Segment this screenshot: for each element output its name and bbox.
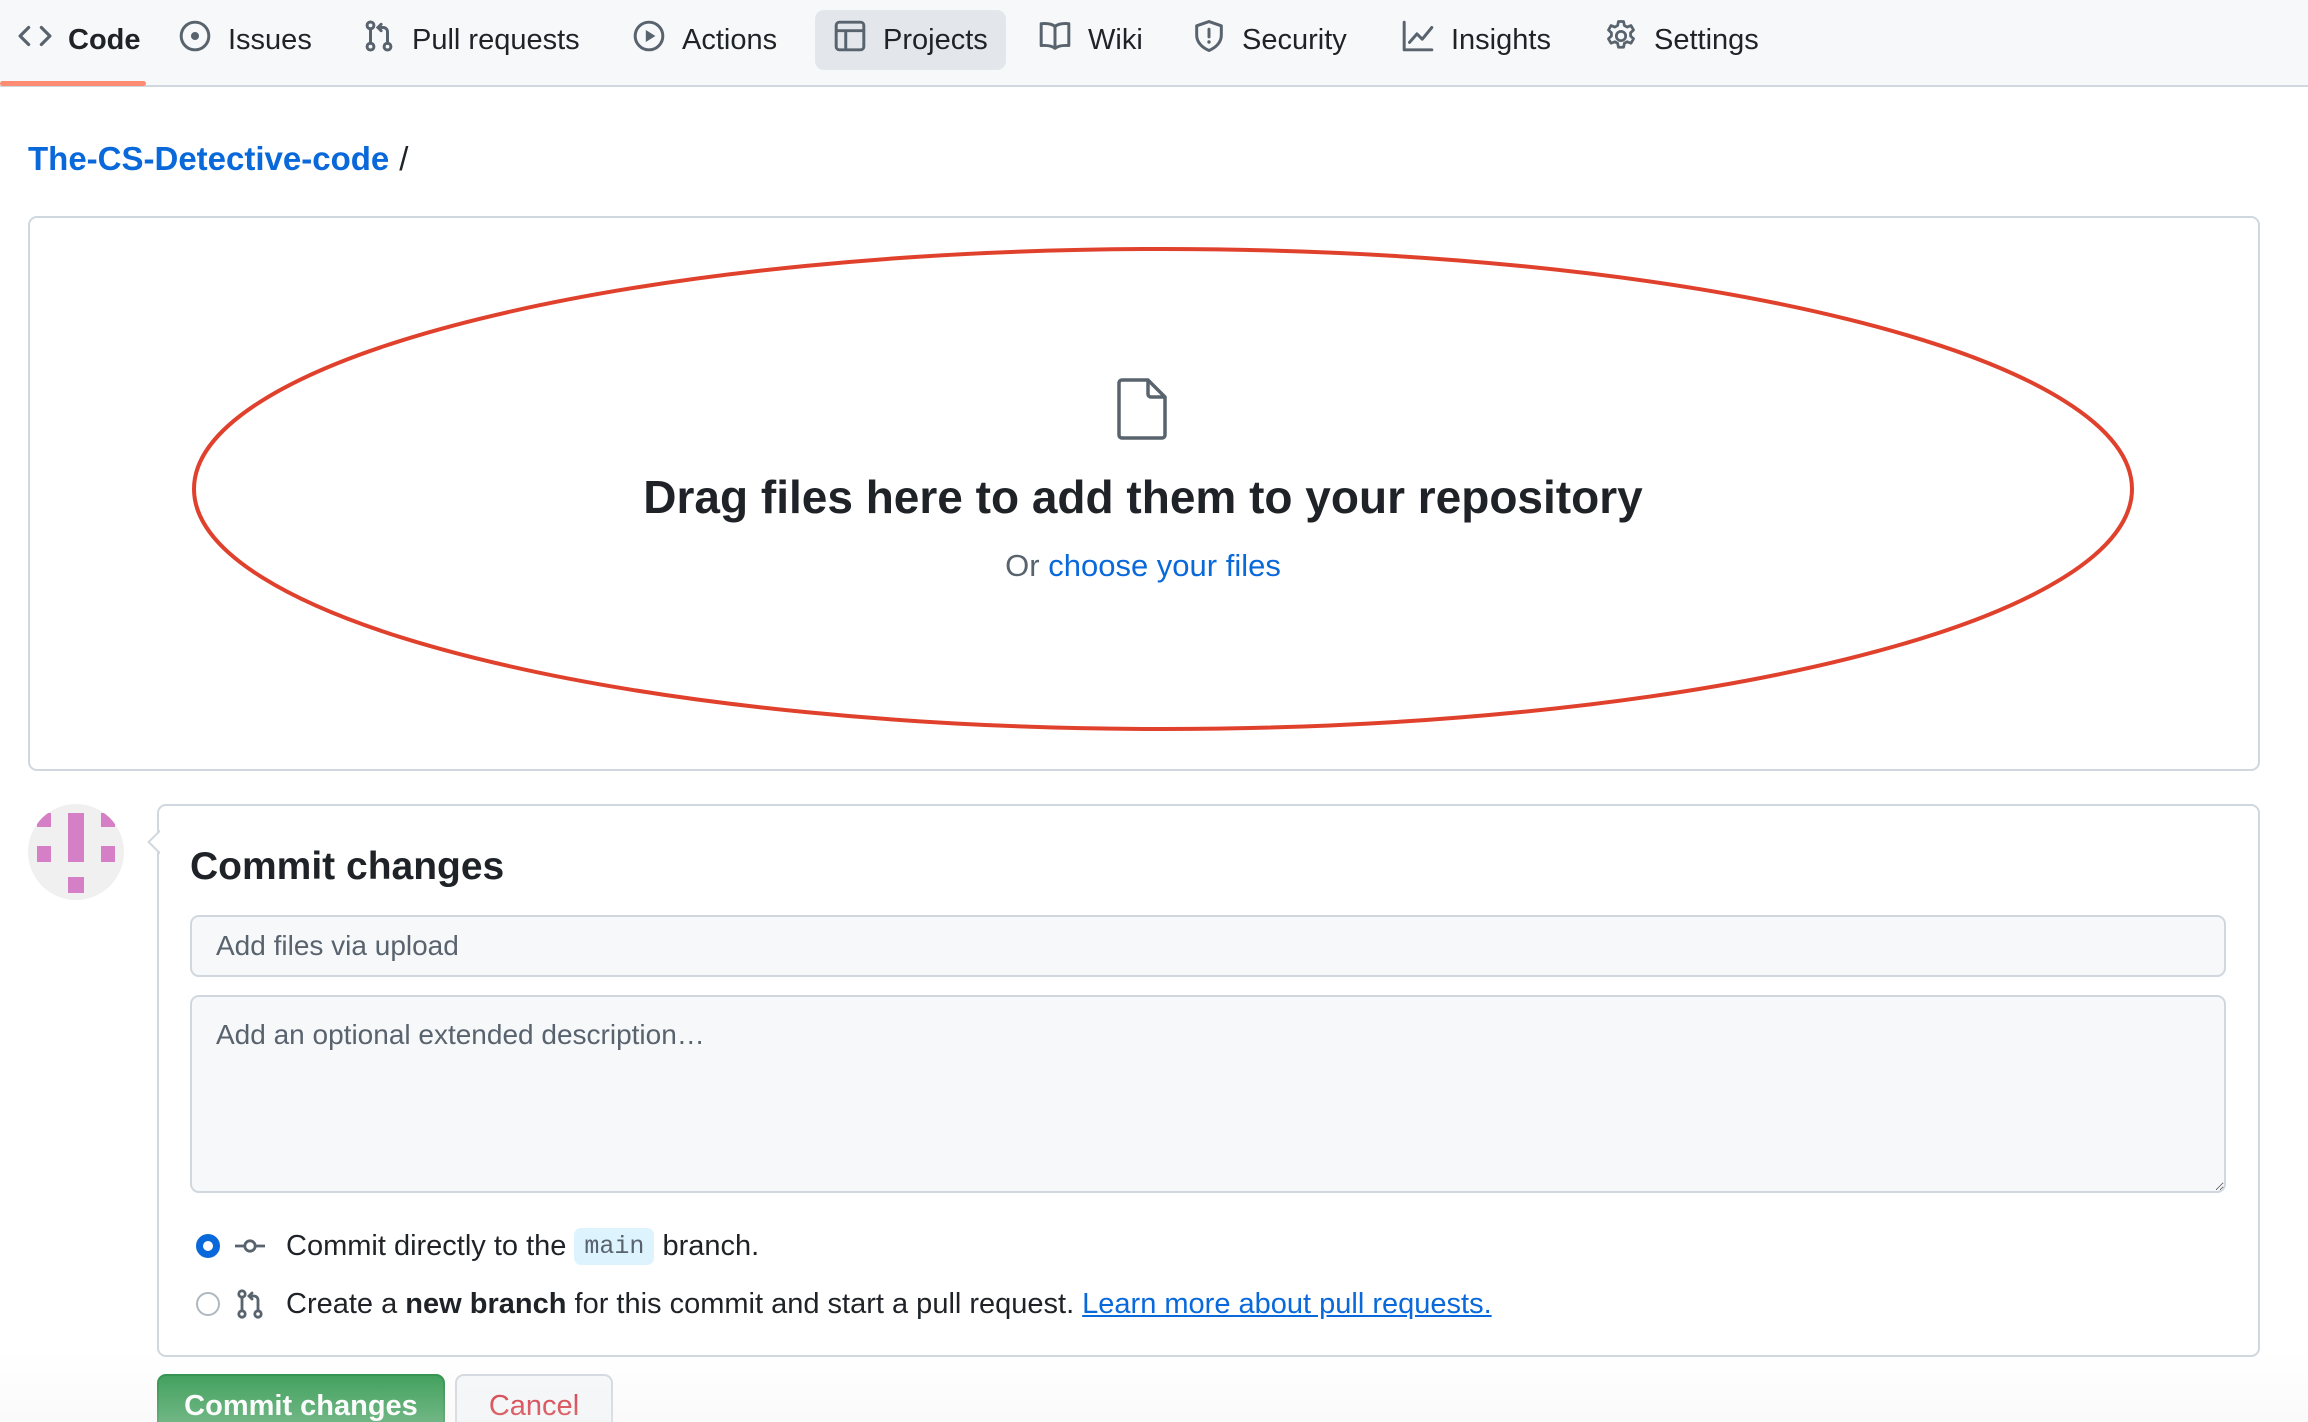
commit-summary-input[interactable] — [190, 915, 2226, 977]
tab-label: Settings — [1654, 23, 1759, 56]
branch-name: main — [574, 1227, 655, 1265]
cancel-button[interactable]: Cancel — [455, 1374, 613, 1422]
code-icon — [18, 19, 52, 61]
commit-title: Commit changes — [190, 845, 505, 888]
commit-box-pointer — [146, 830, 160, 854]
tab-wiki[interactable]: Wiki — [1020, 10, 1161, 70]
commit-changes-button[interactable]: Commit changes — [157, 1374, 445, 1422]
shield-icon — [1192, 19, 1226, 61]
new-branch-option[interactable]: Create a new branch for this commit and … — [196, 1284, 1492, 1324]
choose-files-link[interactable]: choose your files — [1048, 548, 1281, 583]
tab-label: Insights — [1451, 23, 1551, 56]
selected-tab-indicator — [0, 81, 146, 86]
avatar — [28, 804, 124, 900]
table-icon — [833, 19, 867, 61]
git-commit-icon — [234, 1230, 266, 1262]
breadcrumb-separator: / — [399, 140, 409, 177]
drop-subtitle: Or choose your files — [0, 548, 2286, 584]
tab-label: Pull requests — [412, 23, 580, 56]
tab-projects[interactable]: Projects — [815, 10, 1006, 70]
new-branch-prefix: Create a — [286, 1287, 398, 1320]
book-icon — [1038, 19, 1072, 61]
repo-link[interactable]: The-CS-Detective-code — [28, 140, 389, 178]
git-pull-request-icon — [362, 19, 396, 61]
play-icon — [632, 19, 666, 61]
breadcrumb: The-CS-Detective-code / — [28, 140, 408, 178]
tab-label: Actions — [682, 23, 778, 56]
drop-subtitle-prefix: Or — [1005, 548, 1040, 583]
tab-settings[interactable]: Settings — [1586, 10, 1777, 70]
tab-insights[interactable]: Insights — [1383, 10, 1569, 70]
new-branch-bold: new branch — [405, 1287, 567, 1320]
git-pull-request-icon — [234, 1288, 266, 1320]
tab-actions[interactable]: Actions — [614, 10, 795, 70]
tab-code[interactable]: Code — [0, 10, 159, 70]
tab-issues[interactable]: Issues — [160, 10, 330, 70]
commit-direct-radio[interactable] — [196, 1234, 220, 1258]
tab-label: Wiki — [1088, 23, 1143, 56]
commit-direct-option[interactable]: Commit directly to the main branch. — [196, 1226, 759, 1266]
tab-label: Projects — [883, 23, 988, 56]
commit-direct-suffix: branch. — [662, 1229, 760, 1262]
new-branch-suffix: for this commit and start a pull request… — [574, 1287, 1075, 1320]
issue-opened-icon — [178, 19, 212, 61]
drop-title: Drag files here to add them to your repo… — [643, 471, 1643, 523]
tab-security[interactable]: Security — [1174, 10, 1365, 70]
new-branch-radio[interactable] — [196, 1292, 220, 1316]
graph-icon — [1401, 19, 1435, 61]
tab-pull-requests[interactable]: Pull requests — [344, 10, 598, 70]
tab-label: Issues — [228, 23, 312, 56]
file-icon — [1115, 378, 1169, 440]
commit-description-input[interactable] — [190, 995, 2226, 1193]
gear-icon — [1604, 19, 1638, 61]
commit-direct-prefix: Commit directly to the — [286, 1229, 567, 1262]
tab-label: Security — [1242, 23, 1347, 56]
repo-nav: Code Issues Pull requests Actions Projec… — [0, 0, 2308, 87]
tab-label: Code — [68, 23, 141, 56]
learn-more-pull-requests-link[interactable]: Learn more about pull requests. — [1082, 1288, 1491, 1321]
